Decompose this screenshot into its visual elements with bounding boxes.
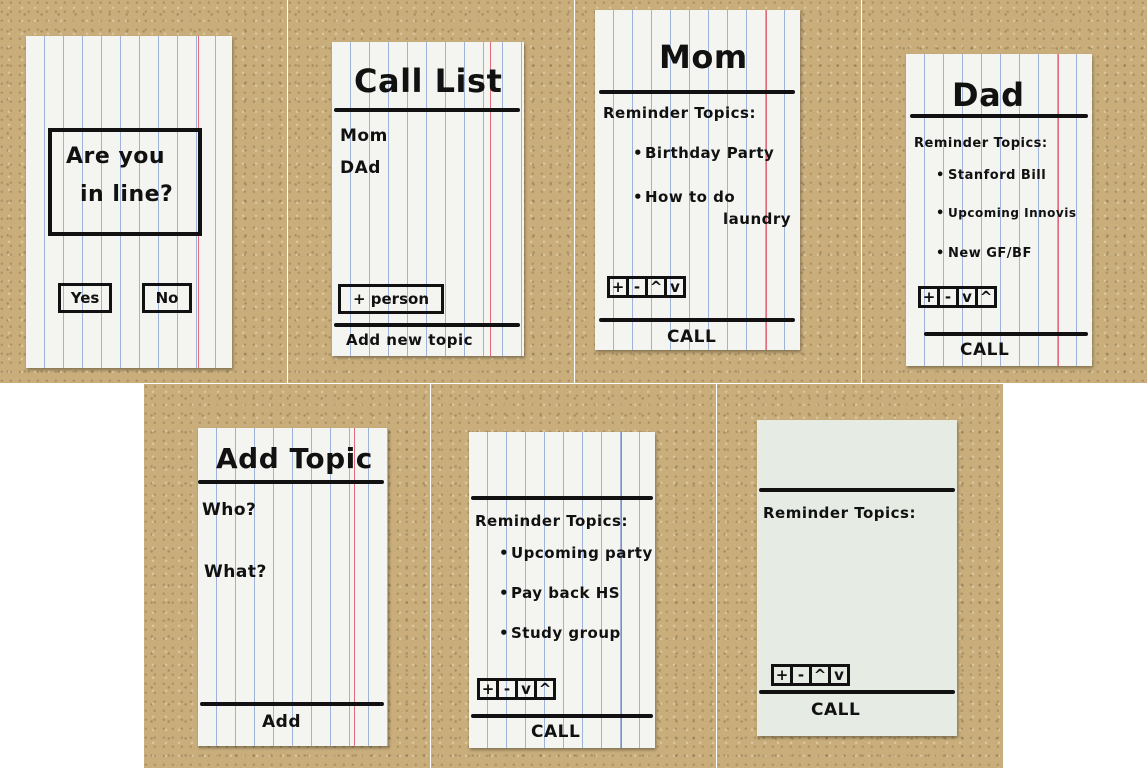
topic-bullet: • <box>633 144 644 162</box>
footer-divider <box>334 323 520 327</box>
topic-item-new-gf[interactable]: New GF/BF <box>948 246 1032 261</box>
who-field-label[interactable]: Who? <box>202 500 256 520</box>
footer-divider <box>200 702 384 706</box>
call-button[interactable]: CALL <box>960 340 1009 360</box>
title-divider <box>198 480 384 484</box>
page-title: Add Topic <box>216 442 373 475</box>
topic-item-laundry-line1[interactable]: How to do <box>645 188 735 206</box>
card-mom-topics: Mom Reminder Topics: • Birthday Party • … <box>595 10 800 350</box>
add-new-topic-link[interactable]: Add new topic <box>346 331 473 349</box>
title-divider <box>471 496 653 500</box>
card-reminder-topics: Reminder Topics: • Upcoming party • Pay … <box>469 432 655 748</box>
call-button[interactable]: CALL <box>811 700 860 720</box>
topic-bullet: • <box>936 168 945 183</box>
what-field-label[interactable]: What? <box>204 562 267 582</box>
photo-panel-5: Add Topic Who? What? Add <box>144 384 430 768</box>
card-in-line-prompt: Are you in line? Yes No <box>26 36 232 368</box>
topic-item-upcoming[interactable]: Upcoming Innovis <box>948 206 1077 220</box>
topic-item-upcoming-party[interactable]: Upcoming party <box>511 544 653 562</box>
topic-controls: + - ^ v <box>771 664 850 686</box>
card-empty-reminder-topics: Reminder Topics: + - ^ v CALL <box>757 420 957 736</box>
photo-panel-1: Are you in line? Yes No <box>0 0 287 383</box>
page-title: Call List <box>354 62 503 100</box>
topic-item-pay-back[interactable]: Pay back HS <box>511 584 620 602</box>
topic-item-stanford[interactable]: Stanford Bill <box>948 168 1046 183</box>
dialog-text-line1: Are you <box>66 144 166 169</box>
add-person-button[interactable]: + person <box>338 284 444 314</box>
topic-item-study-group[interactable]: Study group <box>511 624 621 642</box>
topic-bullet: • <box>936 246 945 261</box>
card-dad-topics: Dad Reminder Topics: • Stanford Bill • U… <box>906 54 1092 366</box>
call-button[interactable]: CALL <box>667 327 716 347</box>
add-button[interactable]: Add <box>262 712 301 732</box>
footer-divider <box>471 714 653 718</box>
move-down-button[interactable]: v <box>664 276 686 298</box>
footer-divider <box>924 332 1088 336</box>
contact-list-item-mom[interactable]: Mom <box>340 126 388 146</box>
reminder-topics-heading: Reminder Topics: <box>763 504 916 522</box>
contact-list-item-dad[interactable]: DAd <box>340 158 381 178</box>
photo-panel-3: Mom Reminder Topics: • Birthday Party • … <box>575 0 861 383</box>
footer-divider <box>759 690 955 694</box>
topic-controls: + - v ^ <box>477 678 556 700</box>
title-divider <box>334 108 520 112</box>
contact-title: Dad <box>952 76 1025 114</box>
photo-panel-6: Reminder Topics: • Upcoming party • Pay … <box>431 384 716 768</box>
card-call-list: Call List Mom DAd + person Add new topic <box>332 42 524 356</box>
topic-bullet: • <box>499 624 510 642</box>
footer-divider <box>599 318 795 322</box>
photo-panel-7: Reminder Topics: + - ^ v CALL <box>717 384 1003 768</box>
reminder-topics-heading: Reminder Topics: <box>914 136 1048 151</box>
move-up-button[interactable]: ^ <box>534 678 556 700</box>
title-divider <box>910 114 1088 118</box>
title-divider <box>759 488 955 492</box>
contact-title: Mom <box>659 38 748 76</box>
reminder-topics-heading: Reminder Topics: <box>475 512 628 530</box>
move-down-button[interactable]: v <box>828 664 850 686</box>
topic-item-birthday[interactable]: Birthday Party <box>645 144 774 162</box>
photo-panel-4: Dad Reminder Topics: • Stanford Bill • U… <box>862 0 1147 383</box>
reminder-topics-heading: Reminder Topics: <box>603 104 756 122</box>
card-add-topic: Add Topic Who? What? Add <box>198 428 388 746</box>
topic-item-laundry-line2[interactable]: laundry <box>723 210 791 228</box>
topic-controls: + - v ^ <box>918 286 997 308</box>
title-divider <box>599 90 795 94</box>
move-up-button[interactable]: ^ <box>975 286 997 308</box>
topic-controls: + - ^ v <box>607 276 686 298</box>
dialog-text-line2: in line? <box>80 182 174 207</box>
topic-bullet: • <box>936 206 945 221</box>
photo-panel-2: Call List Mom DAd + person Add new topic <box>288 0 574 383</box>
topic-bullet: • <box>499 544 510 562</box>
topic-bullet: • <box>633 188 644 206</box>
yes-button[interactable]: Yes <box>58 283 112 313</box>
call-button[interactable]: CALL <box>531 722 580 742</box>
no-button[interactable]: No <box>142 283 192 313</box>
topic-bullet: • <box>499 584 510 602</box>
